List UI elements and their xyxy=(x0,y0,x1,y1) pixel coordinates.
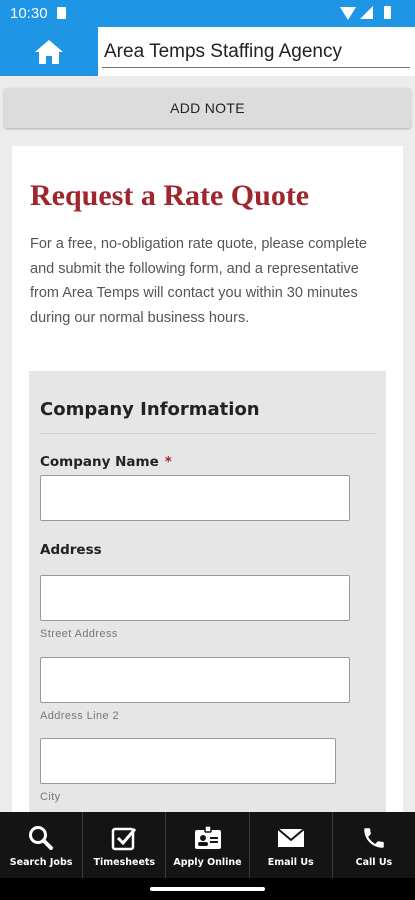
nav-timesheets[interactable]: Timesheets xyxy=(83,812,167,878)
nav-label: Timesheets xyxy=(93,857,156,868)
nav-label: Call Us xyxy=(355,857,393,868)
nav-email-us[interactable]: Email Us xyxy=(250,812,333,878)
add-note-button[interactable]: ADD NOTE xyxy=(4,88,411,128)
phone-icon xyxy=(360,824,388,852)
status-bar: 10:30 xyxy=(0,0,415,27)
required-mark: * xyxy=(164,454,172,470)
page-title: Request a Rate Quote xyxy=(30,179,310,212)
gesture-bar xyxy=(0,878,415,900)
street-address-input[interactable] xyxy=(40,575,350,621)
company-name-input[interactable] xyxy=(40,475,350,521)
section-divider xyxy=(40,433,376,434)
nav-label: Apply Online xyxy=(173,857,242,868)
nav-apply-online[interactable]: Apply Online xyxy=(166,812,250,878)
signal-icon xyxy=(360,6,373,19)
nav-search-jobs[interactable]: Search Jobs xyxy=(0,812,84,878)
address-line2-sublabel: Address Line 2 xyxy=(40,710,119,722)
search-icon xyxy=(27,824,55,852)
home-gesture-handle[interactable] xyxy=(150,887,265,891)
quote-form: Company Information Company Name * Addres… xyxy=(29,371,386,826)
bottom-nav: Search Jobs Timesheets Apply Online Emai… xyxy=(0,812,415,878)
content-card: Request a Rate Quote For a free, no-obli… xyxy=(12,146,403,826)
address-label: Address xyxy=(40,542,102,558)
nav-label: Search Jobs xyxy=(9,857,73,868)
checkbox-icon xyxy=(110,824,138,852)
app-title: Area Temps Staffing Agency xyxy=(104,41,343,62)
city-sublabel: City xyxy=(40,791,61,803)
company-name-label-text: Company Name xyxy=(40,454,159,470)
id-card-icon xyxy=(194,824,222,852)
street-address-sublabel: Street Address xyxy=(40,628,118,640)
company-name-label: Company Name * xyxy=(40,454,172,470)
envelope-icon xyxy=(277,824,305,852)
battery-icon xyxy=(384,6,391,19)
nav-label: Email Us xyxy=(267,857,314,868)
wifi-icon xyxy=(340,7,356,20)
app-bar: Area Temps Staffing Agency xyxy=(0,27,415,76)
sd-card-icon xyxy=(57,7,66,19)
city-input[interactable] xyxy=(40,738,336,784)
section-title: Company Information xyxy=(40,399,260,420)
nav-call-us[interactable]: Call Us xyxy=(333,812,415,878)
title-underline xyxy=(102,67,410,68)
home-icon xyxy=(35,39,63,64)
home-button[interactable] xyxy=(0,27,98,76)
status-time: 10:30 xyxy=(10,5,48,22)
intro-text: For a free, no-obligation rate quote, pl… xyxy=(30,236,367,326)
address-line2-input[interactable] xyxy=(40,657,350,703)
